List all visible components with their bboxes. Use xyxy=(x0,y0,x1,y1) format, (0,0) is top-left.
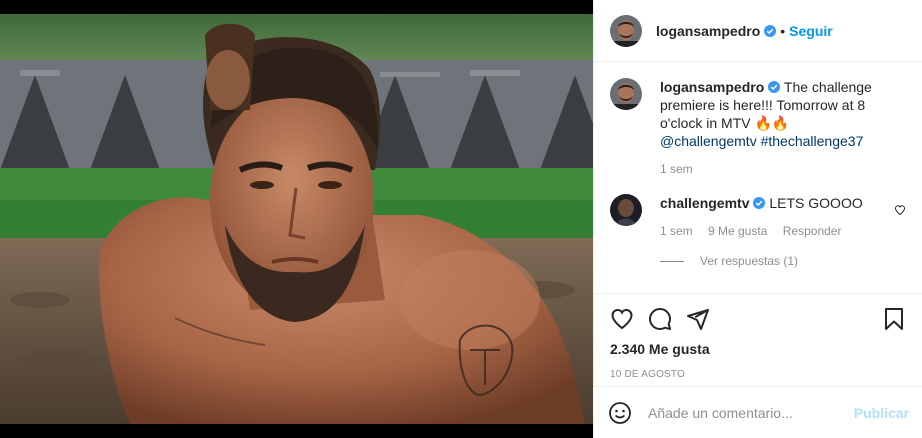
header-user: logansampedro • Seguir xyxy=(656,23,833,39)
verified-badge-icon xyxy=(764,24,777,37)
comment-like-heart-icon[interactable] xyxy=(894,204,906,216)
comment-avatar[interactable] xyxy=(610,194,642,226)
reply-button[interactable]: Responder xyxy=(783,224,842,238)
avatar-image xyxy=(610,78,642,110)
follow-button[interactable]: Seguir xyxy=(789,23,833,39)
mention-link[interactable]: @challengemtv xyxy=(660,133,757,149)
caption-meta: 1 sem xyxy=(660,160,875,178)
action-bar xyxy=(594,294,922,344)
replies-divider xyxy=(660,260,684,262)
avatar[interactable] xyxy=(610,14,642,47)
verified-badge-icon xyxy=(768,81,781,93)
publish-button[interactable]: Publicar xyxy=(854,405,909,421)
caption-username[interactable]: logansampedro xyxy=(660,79,764,95)
verified-badge-icon xyxy=(753,197,766,209)
caption-time[interactable]: 1 sem xyxy=(660,162,693,176)
post-date[interactable]: 10 DE AGOSTO xyxy=(594,369,922,380)
avatar-image xyxy=(610,14,642,47)
post-sidebar: logansampedro • Seguir logansampedro The… xyxy=(593,0,922,438)
view-replies-label: Ver respuestas (1) xyxy=(700,254,799,268)
share-paper-plane-icon[interactable] xyxy=(686,307,710,331)
likes-count[interactable]: 2.340 Me gusta xyxy=(594,341,922,357)
save-bookmark-icon[interactable] xyxy=(882,307,906,331)
comment-likes[interactable]: 9 Me gusta xyxy=(708,224,767,238)
emoji-smiley-icon[interactable] xyxy=(608,401,632,425)
caption-body: logansampedro The challenge premiere is … xyxy=(660,78,875,178)
hashtag-link[interactable]: #thechallenge37 xyxy=(761,133,864,149)
photo-illustration xyxy=(0,0,593,438)
comment-meta: 1 sem 9 Me gusta Responder xyxy=(660,222,875,240)
comment-input[interactable] xyxy=(646,403,854,422)
caption-avatar[interactable] xyxy=(610,78,642,110)
caption: logansampedro The challenge premiere is … xyxy=(610,78,906,178)
comment-body: challengemtv LETS GOOOO 1 sem 9 Me gusta… xyxy=(660,194,875,240)
add-comment-bar: Publicar xyxy=(594,386,922,438)
post-photo[interactable] xyxy=(0,0,593,438)
comment-bubble-icon[interactable] xyxy=(648,307,672,331)
header-username[interactable]: logansampedro xyxy=(656,23,760,39)
comment-item: challengemtv LETS GOOOO 1 sem 9 Me gusta… xyxy=(610,194,906,240)
post-header: logansampedro • Seguir xyxy=(594,0,922,62)
comment-time[interactable]: 1 sem xyxy=(660,224,693,238)
separator-dot: • xyxy=(780,22,786,39)
instagram-post: logansampedro • Seguir logansampedro The… xyxy=(0,0,922,438)
comment-username[interactable]: challengemtv xyxy=(660,195,749,211)
comments-section[interactable]: logansampedro The challenge premiere is … xyxy=(594,62,922,294)
avatar-image xyxy=(610,194,642,226)
fire-emoji: 🔥🔥 xyxy=(754,115,790,131)
like-heart-icon[interactable] xyxy=(610,307,634,331)
comment-text: LETS GOOOO xyxy=(769,195,863,211)
view-replies-button[interactable]: Ver respuestas (1) xyxy=(660,254,906,268)
